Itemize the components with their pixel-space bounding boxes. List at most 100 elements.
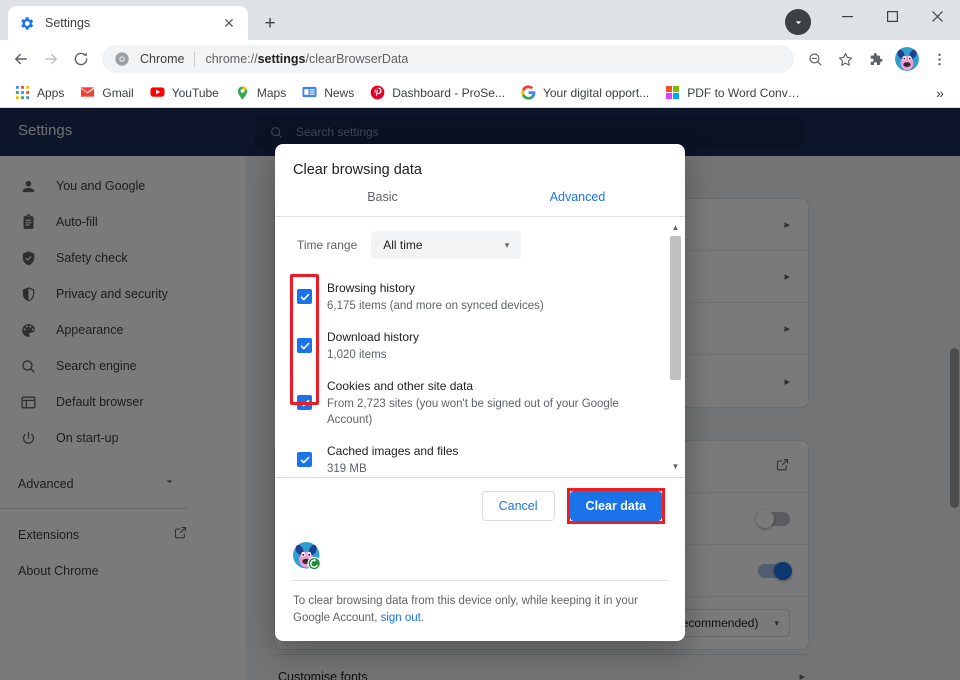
dialog-tabs: Basic Advanced — [275, 190, 685, 216]
clear-data-button-highlight-wrapper: Clear data — [567, 488, 665, 524]
scroll-down-arrow-icon[interactable]: ▼ — [671, 462, 680, 471]
google-news-icon — [302, 85, 318, 101]
bookmark-maps[interactable]: Maps — [228, 81, 293, 105]
dialog-actions: Cancel Clear data — [275, 478, 685, 534]
bookmark-star-icon[interactable] — [830, 44, 860, 74]
bookmark-youtube[interactable]: YouTube — [143, 81, 226, 105]
tab-strip: Settings ✕ + — [0, 0, 960, 40]
three-dot-menu-icon[interactable] — [924, 44, 954, 74]
bookmark-label: Gmail — [102, 86, 133, 100]
item-subtitle: 1,020 items — [327, 347, 661, 363]
item-subtitle: 6,175 items (and more on synced devices) — [327, 298, 661, 314]
google-g-icon — [521, 85, 537, 101]
tab-basic[interactable]: Basic — [285, 190, 480, 216]
time-range-value: All time — [383, 238, 504, 252]
window-maximize-button[interactable] — [870, 0, 915, 32]
bookmark-label: Dashboard - ProSe... — [392, 86, 505, 100]
gmail-icon — [80, 85, 96, 101]
list-item-cached-images-and-files[interactable]: Cached images and files 319 MB — [287, 442, 661, 478]
profile-avatar[interactable] — [895, 47, 919, 71]
account-name-redacted — [335, 544, 575, 570]
tab-advanced[interactable]: Advanced — [480, 190, 675, 216]
bookmark-digital-opportunity[interactable]: Your digital opport... — [514, 81, 656, 105]
item-title: Download history — [327, 330, 419, 344]
clear-browsing-data-dialog: Clear browsing data Basic Advanced Time … — [275, 144, 685, 641]
list-item-text: Download history 1,020 items — [327, 328, 661, 363]
bookmark-label: Your digital opport... — [543, 86, 649, 100]
clear-data-highlight-box — [567, 488, 665, 524]
address-bar[interactable]: Chrome chrome://settings/clearBrowserDat… — [102, 45, 794, 73]
data-type-list: Browsing history 6,175 items (and more o… — [287, 279, 661, 478]
sign-out-link[interactable]: sign out — [381, 612, 421, 624]
browser-tab-settings[interactable]: Settings ✕ — [8, 6, 248, 40]
zoom-out-icon[interactable] — [800, 44, 830, 74]
apps-grid-icon — [15, 85, 31, 101]
microsoft-squares-icon — [665, 85, 681, 101]
youtube-icon — [150, 85, 166, 101]
item-subtitle: 319 MB — [327, 461, 661, 477]
item-title: Cached images and files — [327, 444, 458, 458]
tab-close-icon[interactable]: ✕ — [220, 14, 238, 32]
reload-button[interactable] — [66, 44, 96, 74]
bookmarks-overflow-button[interactable]: » — [928, 81, 952, 105]
bookmark-pdf-to-word[interactable]: PDF to Word Conve... — [658, 81, 808, 105]
bookmark-news[interactable]: News — [295, 81, 361, 105]
pinterest-icon — [370, 85, 386, 101]
dialog-scroll-area: Time range All time ▾ Browsing history — [275, 217, 685, 477]
footer-note-period: . — [421, 612, 424, 624]
back-button[interactable] — [6, 44, 36, 74]
checkbox-checked-icon[interactable] — [297, 395, 312, 410]
list-item-text: Cached images and files 319 MB — [327, 442, 661, 477]
time-range-row: Time range All time ▾ — [287, 231, 661, 259]
browser-window: Settings ✕ + — [0, 0, 960, 680]
omnibox-chip-label: Chrome — [140, 52, 184, 66]
browser-toolbar: Chrome chrome://settings/clearBrowserDat… — [0, 40, 960, 78]
settings-gear-icon — [18, 15, 35, 32]
bookmark-label: YouTube — [172, 86, 219, 100]
item-subtitle: From 2,723 sites (you won't be signed ou… — [327, 396, 661, 428]
new-tab-button[interactable]: + — [256, 9, 284, 37]
dialog-scrollbar[interactable]: ▲ ▼ — [669, 223, 682, 471]
chrome-logo-icon — [114, 51, 130, 67]
list-item-download-history[interactable]: Download history 1,020 items — [287, 328, 661, 377]
time-range-select[interactable]: All time ▾ — [371, 231, 521, 259]
time-range-label: Time range — [297, 238, 357, 252]
tab-search-button[interactable] — [785, 9, 811, 35]
item-title: Browsing history — [327, 281, 415, 295]
cancel-button[interactable]: Cancel — [482, 491, 555, 521]
bookmarks-bar: Apps Gmail YouTube Maps News — [0, 78, 960, 108]
bookmark-label: Maps — [257, 86, 286, 100]
footer-note: To clear browsing data from this device … — [293, 581, 667, 641]
bookmark-label: Apps — [37, 86, 64, 100]
omnibox-url: chrome://settings/clearBrowserData — [205, 52, 408, 66]
scroll-up-arrow-icon[interactable]: ▲ — [671, 223, 680, 232]
footer-note-text: To clear browsing data from this device … — [293, 595, 638, 624]
list-item-browsing-history[interactable]: Browsing history 6,175 items (and more o… — [287, 279, 661, 328]
window-minimize-button[interactable] — [825, 0, 870, 32]
dialog-title: Clear browsing data — [275, 144, 685, 178]
window-controls — [825, 0, 960, 40]
omnibox-separator — [194, 52, 195, 67]
chevron-down-icon — [792, 16, 805, 29]
dialog-body: Time range All time ▾ Browsing history — [275, 216, 685, 478]
tab-title: Settings — [45, 16, 220, 30]
account-avatar — [293, 542, 323, 572]
list-item-cookies-and-site-data[interactable]: Cookies and other site data From 2,723 s… — [287, 377, 661, 442]
list-item-text: Cookies and other site data From 2,723 s… — [327, 377, 661, 428]
checkbox-checked-icon[interactable] — [297, 452, 312, 467]
item-title: Cookies and other site data — [327, 379, 473, 393]
forward-button[interactable] — [36, 44, 66, 74]
chevron-down-icon: ▾ — [505, 240, 510, 251]
window-close-button[interactable] — [915, 0, 960, 32]
checkbox-checked-icon[interactable] — [297, 289, 312, 304]
dialog-scrollbar-thumb[interactable] — [670, 236, 681, 380]
bookmark-label: News — [324, 86, 354, 100]
bookmark-gmail[interactable]: Gmail — [73, 81, 140, 105]
bookmark-apps[interactable]: Apps — [8, 81, 71, 105]
maps-pin-icon — [235, 85, 251, 101]
bookmark-label: PDF to Word Conve... — [687, 86, 801, 100]
checkbox-checked-icon[interactable] — [297, 338, 312, 353]
extensions-puzzle-icon[interactable] — [860, 44, 890, 74]
bookmark-dashboard[interactable]: Dashboard - ProSe... — [363, 81, 512, 105]
dialog-footer: To clear browsing data from this device … — [275, 534, 685, 641]
